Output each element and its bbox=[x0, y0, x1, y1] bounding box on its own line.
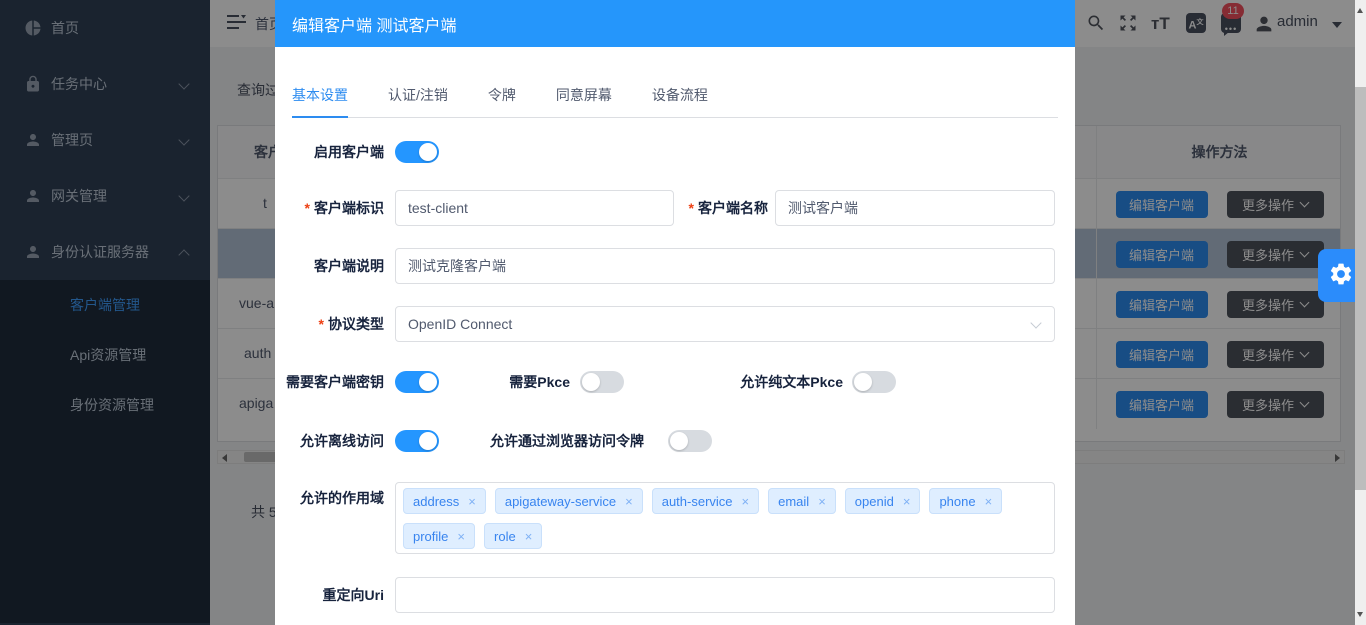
tab-token[interactable]: 令牌 bbox=[488, 85, 516, 105]
tag-remove-icon[interactable]: × bbox=[468, 494, 476, 509]
scope-tag: phone× bbox=[929, 488, 1002, 514]
scope-tag: auth-service× bbox=[652, 488, 759, 514]
tag-remove-icon[interactable]: × bbox=[818, 494, 826, 509]
gear-icon bbox=[1328, 261, 1354, 290]
dialog-tabs: 基本设置 认证/注销 令牌 同意屏幕 设备流程 bbox=[292, 85, 1058, 118]
dialog-header: 编辑客户端 测试客户端 bbox=[275, 0, 1075, 47]
scrollbar-thumb[interactable] bbox=[1355, 87, 1366, 490]
field-label: 客户端标识 bbox=[275, 190, 384, 226]
field-label: 允许的作用域 bbox=[275, 487, 384, 509]
selected-value: OpenID Connect bbox=[408, 316, 512, 332]
tab-auth-logout[interactable]: 认证/注销 bbox=[388, 85, 448, 105]
dialog-title: 编辑客户端 测试客户端 bbox=[292, 12, 456, 36]
field-label: 允许离线访问 bbox=[275, 430, 384, 452]
enable-client-toggle[interactable] bbox=[395, 141, 439, 163]
tag-remove-icon[interactable]: × bbox=[903, 494, 911, 509]
tab-device-flow[interactable]: 设备流程 bbox=[652, 85, 708, 105]
field-label: 客户端说明 bbox=[275, 248, 384, 284]
field-label: 需要客户端密钥 bbox=[275, 371, 384, 393]
allow-browser-token-toggle[interactable] bbox=[668, 430, 712, 452]
scope-tag: profile× bbox=[403, 523, 475, 549]
scope-tag: role× bbox=[484, 523, 542, 549]
tab-consent-screen[interactable]: 同意屏幕 bbox=[556, 85, 612, 105]
scope-tag: apigateway-service× bbox=[495, 488, 643, 514]
field-label: 重定向Uri bbox=[275, 577, 384, 613]
tag-remove-icon[interactable]: × bbox=[625, 494, 633, 509]
tag-remove-icon[interactable]: × bbox=[742, 494, 750, 509]
tag-remove-icon[interactable]: × bbox=[457, 529, 465, 544]
require-pkce-toggle[interactable] bbox=[580, 371, 624, 393]
field-label: 协议类型 bbox=[275, 306, 384, 342]
protocol-type-select[interactable]: OpenID Connect bbox=[395, 306, 1055, 342]
field-label: 启用客户端 bbox=[275, 141, 384, 163]
scroll-down-icon[interactable] bbox=[1357, 612, 1363, 617]
tag-remove-icon[interactable]: × bbox=[985, 494, 993, 509]
field-label: 需要Pkce bbox=[465, 371, 570, 393]
client-name-input[interactable] bbox=[775, 190, 1055, 226]
tag-remove-icon[interactable]: × bbox=[525, 529, 533, 544]
field-label: 客户端名称 bbox=[659, 190, 768, 226]
field-label: 允许纯文本Pkce bbox=[695, 371, 843, 393]
chevron-down-icon bbox=[1030, 317, 1041, 328]
vertical-scrollbar[interactable] bbox=[1355, 0, 1366, 625]
client-description-input[interactable] bbox=[395, 248, 1055, 284]
edit-client-dialog: 编辑客户端 测试客户端 基本设置 认证/注销 令牌 同意屏幕 设备流程 启用客户… bbox=[275, 0, 1075, 625]
require-secret-toggle[interactable] bbox=[395, 371, 439, 393]
scope-tag: openid× bbox=[845, 488, 921, 514]
allowed-scopes-box[interactable]: address× apigateway-service× auth-servic… bbox=[395, 482, 1055, 554]
tab-basic-settings[interactable]: 基本设置 bbox=[292, 85, 348, 105]
scope-tag: address× bbox=[403, 488, 486, 514]
allow-offline-toggle[interactable] bbox=[395, 430, 439, 452]
allow-plain-pkce-toggle[interactable] bbox=[852, 371, 896, 393]
scope-tag: email× bbox=[768, 488, 836, 514]
field-label: 允许通过浏览器访问令牌 bbox=[490, 430, 668, 452]
client-id-input[interactable] bbox=[395, 190, 674, 226]
redirect-uri-input[interactable] bbox=[395, 577, 1055, 613]
scroll-up-icon[interactable] bbox=[1357, 8, 1363, 13]
